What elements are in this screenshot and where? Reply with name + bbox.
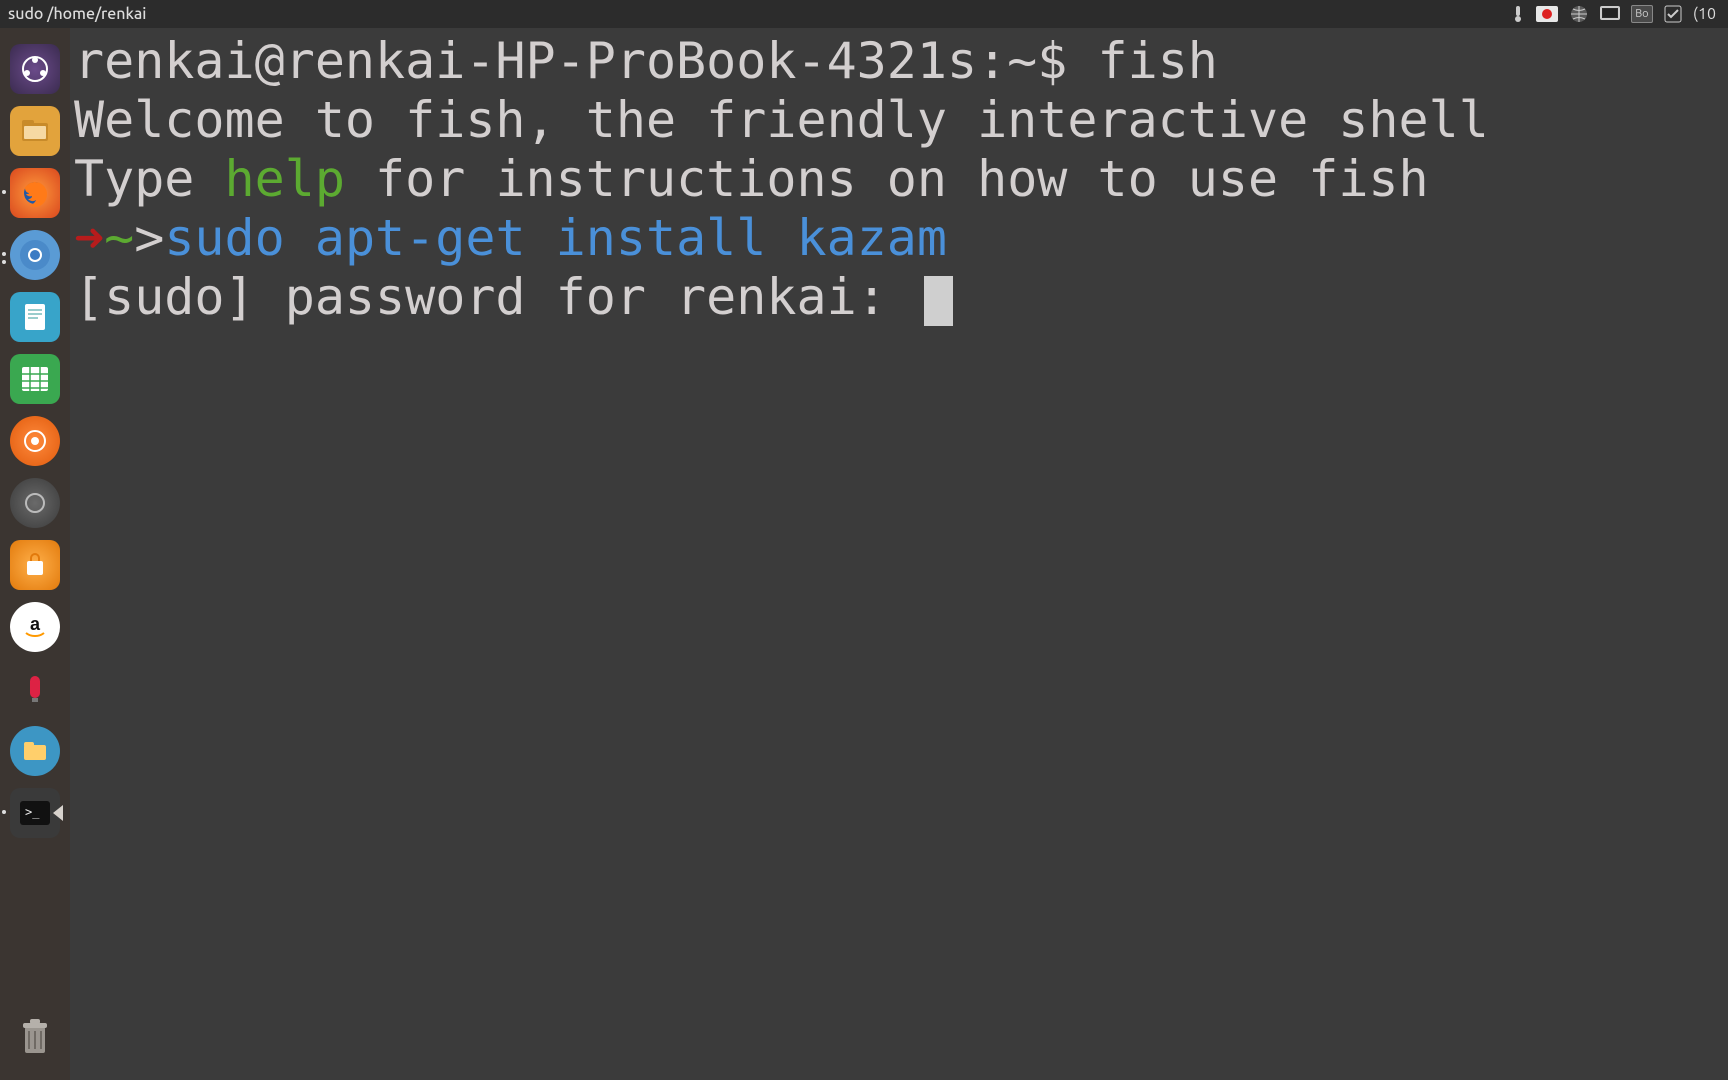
fish-help-line-a: Type (74, 150, 225, 208)
launcher-document-viewer[interactable] (10, 292, 60, 342)
fish-prompt-tilde: ~ (104, 209, 134, 267)
fish-welcome-line: Welcome to fish, the friendly interactiv… (74, 91, 1489, 149)
fish-prompt-arrow-icon: ➜ (74, 209, 104, 267)
keyboard-layout-text: Bo (1631, 5, 1653, 23)
launcher-red-app[interactable] (10, 664, 60, 714)
sudo-password-prompt: [sudo] password for renkai: (74, 268, 917, 326)
launcher-dash[interactable] (10, 44, 60, 94)
launcher-orange-app[interactable] (10, 416, 60, 466)
launcher-files[interactable] (10, 106, 60, 156)
svg-text:>_: >_ (25, 805, 40, 819)
fish-prompt-gt: > (134, 209, 164, 267)
main-area: a >_ renkai@renkai-HP-ProBook-4321s:~$ f… (0, 28, 1728, 1080)
launcher-chromium[interactable] (10, 230, 60, 280)
launcher-gray-app[interactable] (10, 478, 60, 528)
display-icon[interactable] (1596, 6, 1624, 22)
running-pip-icon (2, 810, 6, 814)
battery-text[interactable]: (10 (1689, 5, 1720, 23)
screen-recorder-icon[interactable] (1532, 6, 1562, 22)
window-title: sudo /home/renkai (8, 5, 146, 23)
launcher-firefox[interactable] (10, 168, 60, 218)
running-pip-icon (2, 190, 6, 194)
keyboard-layout-badge[interactable]: Bo (1627, 5, 1657, 23)
svg-text:a: a (30, 614, 41, 634)
launcher-amazon[interactable]: a (10, 602, 60, 652)
top-panel: sudo /home/renkai Bo (10 (0, 0, 1728, 28)
fish-help-keyword: help (225, 150, 345, 208)
unity-launcher: a >_ (0, 28, 70, 1080)
fish-help-line-b: for instructions on how to use fish (345, 150, 1429, 208)
launcher-software-center[interactable] (10, 540, 60, 590)
launcher-spreadsheet[interactable] (10, 354, 60, 404)
launcher-files-2[interactable] (10, 726, 60, 776)
launcher-terminal[interactable]: >_ (10, 788, 60, 838)
bash-prompt: renkai@renkai-HP-ProBook-4321s:~$ (74, 32, 1098, 90)
tasks-icon[interactable] (1660, 5, 1686, 23)
bash-command: fish (1098, 32, 1218, 90)
terminal-window[interactable]: renkai@renkai-HP-ProBook-4321s:~$ fish W… (70, 28, 1728, 1080)
running-pip-icon (2, 252, 6, 256)
temperature-indicator-icon[interactable] (1507, 5, 1529, 23)
network-icon[interactable] (1565, 5, 1593, 23)
active-arrow-icon (53, 805, 63, 821)
fish-command-rest: apt-get install kazam (285, 209, 947, 267)
running-pip-icon (2, 260, 6, 264)
fish-command-sudo: sudo (164, 209, 284, 267)
cursor-icon (924, 276, 953, 326)
launcher-trash[interactable] (10, 1012, 60, 1062)
